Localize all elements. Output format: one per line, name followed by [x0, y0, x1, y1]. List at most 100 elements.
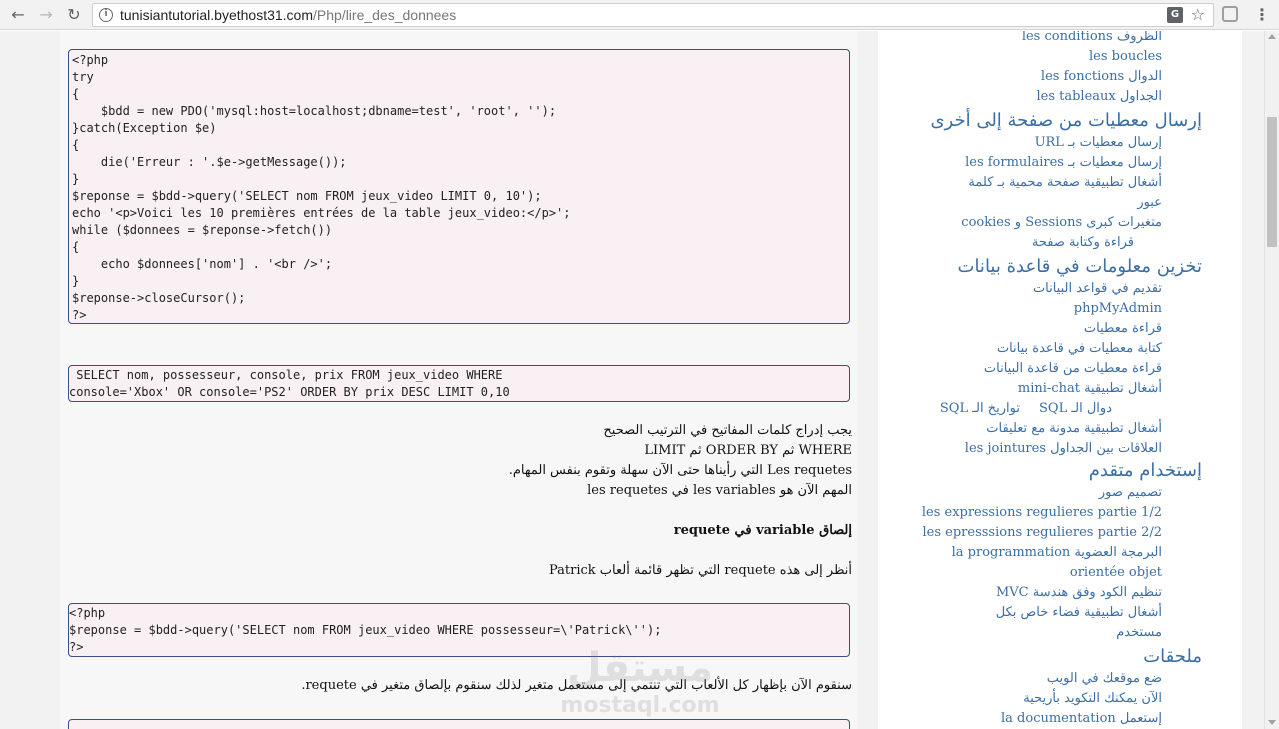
sidebar-link[interactable]: كتابة معطيات في قاعدة بيانات — [997, 339, 1162, 359]
vertical-scrollbar[interactable] — [1264, 31, 1279, 729]
sidebar-link[interactable]: إرسال معطيات بـ les formulaires — [965, 153, 1162, 173]
code-line: ?> — [72, 307, 849, 323]
sidebar-link[interactable]: الدوال les fonctions — [1041, 67, 1162, 87]
sidebar-link[interactable]: أشغال تطبيقية مدونة مع تعليقات — [986, 419, 1162, 439]
browser-toolbar: ← → ↻ i tunisiantutorial.byethost31.com/… — [0, 0, 1279, 30]
sidebar-link[interactable]: تقديم في قواعد البيانات — [1033, 279, 1162, 299]
paragraph-line: المهم الآن هو les variables في les reque… — [587, 483, 852, 498]
variable-paragraph: سنقوم الآن بإظهار كل الألعاب التي تنتمي … — [301, 678, 852, 693]
sidebar-link[interactable]: phpMyAdmin — [1074, 299, 1162, 319]
code-block-sql-query: SELECT nom, possesseur, console, prix FR… — [68, 365, 850, 402]
sidebar-section-heading[interactable]: ملحقات — [1143, 645, 1202, 669]
sidebar-link[interactable]: عبور — [1137, 193, 1162, 213]
sidebar-link[interactable]: إستعمل la documentation — [1001, 709, 1162, 729]
section-heading: إلصاق variable في requete — [673, 523, 852, 538]
code-line: echo $donnees['nom'] . '<br />'; — [72, 256, 849, 273]
scroll-thumb[interactable] — [1267, 117, 1277, 247]
sidebar-link[interactable]: قراءة معطيات — [1084, 319, 1162, 339]
code-line: } — [72, 171, 849, 188]
sidebar-link[interactable]: البرمجة العضوية la programmation — [952, 543, 1162, 563]
code-line: while ($donnees = $reponse->fetch()) — [72, 222, 849, 239]
code-line-text: }catch(Exception $e) — [72, 121, 217, 135]
sidebar-link-sql-functions[interactable]: دوال الـ SQL — [1039, 399, 1112, 419]
sidebar-navigation: الظروف les conditions les boucles الدوال l… — [878, 31, 1242, 729]
sidebar-link[interactable]: قراءة وكتابة صفحة — [1032, 233, 1134, 253]
sidebar-link[interactable]: les expressions regulieres partie 1/2 — [922, 503, 1162, 523]
code-line: { — [72, 137, 849, 154]
sidebar-link[interactable]: الظروف les conditions — [1022, 31, 1162, 47]
sidebar-link[interactable]: les boucles — [1089, 47, 1162, 67]
code-line-text: ?> — [72, 307, 86, 323]
sidebar-link[interactable]: قراءة معطيات من قاعدة البيانات — [984, 359, 1162, 379]
code-line-text: console='Xbox' OR console='PS2' ORDER BY… — [69, 384, 510, 401]
info-icon[interactable]: i — [99, 8, 113, 22]
code-line-text: } — [72, 274, 80, 288]
code-line-text: try — [72, 70, 94, 84]
forward-arrow-icon[interactable]: → — [36, 5, 56, 25]
code-block-php-patrick: <?php $reponse = $bdd->query('SELECT nom … — [68, 603, 850, 657]
code-line: SELECT nom, possesseur, console, prix FR… — [69, 367, 849, 384]
code-line-text: $reponse->closeCursor(); — [72, 291, 246, 305]
code-block-next — [68, 719, 850, 729]
code-line-text: ?> — [69, 639, 83, 656]
code-line: die('Erreur : '.$e->getMessage()); — [72, 154, 849, 171]
code-line-text: $bdd = new PDO('mysql:host=localhost;dbn… — [72, 104, 557, 118]
code-line-text: die('Erreur : '.$e->getMessage()); — [72, 155, 347, 169]
sidebar-link[interactable]: تصميم صور — [1099, 483, 1162, 503]
code-line-text: $reponse = $bdd->query('SELECT nom FROM … — [69, 623, 662, 637]
explanation-paragraph: يجب إدراج كلمات المفاتيح في الترتيب الصح… — [509, 421, 852, 501]
code-line-text: <?php — [69, 606, 106, 620]
code-line: try — [72, 69, 849, 86]
code-line: $reponse = $bdd->query('SELECT nom FROM … — [69, 622, 849, 639]
address-bar[interactable]: i tunisiantutorial.byethost31.com/Php/li… — [92, 3, 1214, 27]
paragraph-line: Les requetes التي رأيناها حتى الآن سهلة … — [508, 463, 852, 478]
intro-paragraph: أنظر إلى هذه requete التي تظهر قائمة ألع… — [548, 563, 852, 578]
sidebar-link[interactable]: العلاقات بين الجداول les jointures — [965, 439, 1162, 459]
sidebar-section-heading[interactable]: إرسال معطيات من صفحة إلى أخرى — [930, 109, 1202, 133]
code-line-text: { — [72, 87, 80, 101]
code-line-text: echo '<p>Voici les 10 premières entrées … — [72, 206, 571, 220]
code-line: { — [72, 239, 849, 256]
article-content: <?php try { $bdd = new PDO('mysql:host=loc… — [60, 31, 858, 729]
code-line-text: <?php — [72, 53, 109, 67]
code-line: { — [72, 86, 849, 103]
code-line: <?php — [72, 52, 849, 69]
paragraph-line: يجب إدراج كلمات المفاتيح في الترتيب الصح… — [603, 423, 852, 438]
sidebar-link[interactable]: أشغال تطبيقية فضاء خاص بكل — [996, 603, 1162, 623]
url-path: /Php/lire_des_donnees — [313, 7, 457, 23]
code-line-text: SELECT nom, possesseur, console, prix FR… — [69, 368, 503, 382]
code-line: console='Xbox' OR console='PS2' ORDER BY… — [69, 384, 849, 401]
code-line-text: echo $donnees['nom'] . '<br />'; — [72, 257, 333, 271]
sidebar-link[interactable]: ضع موقعك في الويب — [1047, 669, 1162, 689]
menu-icon[interactable]: ⋮ — [1252, 4, 1272, 26]
sidebar-link[interactable]: les epresssions regulieres partie 2/2 — [923, 523, 1163, 543]
sidebar-link[interactable]: تنظيم الكود وفق هندسة MVC — [996, 583, 1162, 603]
sidebar-link[interactable]: مستخدم — [1116, 623, 1162, 643]
url-text[interactable]: tunisiantutorial.byethost31.com/Php/lire… — [120, 7, 456, 23]
sidebar-link[interactable]: إرسال معطيات بـ URL — [1035, 133, 1162, 153]
code-line-text: while ($donnees = $reponse->fetch()) — [72, 223, 333, 237]
scroll-up-arrow-icon[interactable] — [1268, 34, 1276, 39]
extension-icon[interactable] — [1222, 6, 1238, 22]
code-line: $reponse->closeCursor(); — [72, 290, 849, 307]
paragraph-line: WHERE ثم ORDER BY ثم LIMIT — [644, 443, 852, 458]
url-host: tunisiantutorial.byethost31.com — [120, 7, 313, 23]
sidebar-link-sql-dates[interactable]: تواريخ الـ SQL — [940, 399, 1020, 419]
sidebar-section-heading[interactable]: إستخدام متقدم — [1089, 459, 1202, 483]
sidebar-link[interactable]: orientée objet — [1070, 563, 1162, 583]
reload-icon[interactable]: ↻ — [64, 5, 84, 25]
translate-icon[interactable]: G — [1167, 7, 1183, 23]
sidebar-link[interactable]: أشغال تطبيقية mini-chat — [1018, 379, 1162, 399]
sidebar-link[interactable]: الجداول les tableaux — [1036, 87, 1162, 107]
sidebar-link[interactable]: الآن يمكنك التكويد بأريحية — [1023, 689, 1162, 709]
code-line: $bdd = new PDO('mysql:host=localhost;dbn… — [72, 103, 849, 120]
sidebar-link[interactable]: أشغال تطبيقية صفحة محمية بـ كلمة — [968, 173, 1162, 193]
page-viewport: <?php try { $bdd = new PDO('mysql:host=loc… — [0, 31, 1264, 729]
code-line: <?php — [69, 605, 849, 622]
scroll-down-arrow-icon[interactable] — [1268, 720, 1276, 725]
back-arrow-icon[interactable]: ← — [8, 5, 28, 25]
bookmark-star-icon[interactable]: ☆ — [1191, 5, 1205, 25]
sidebar-section-heading[interactable]: تخزين معلومات في قاعدة بيانات — [958, 255, 1203, 279]
code-block-php-read: <?php try { $bdd = new PDO('mysql:host=loc… — [68, 49, 850, 324]
sidebar-link[interactable]: متغيرات كبرى Sessions و cookies — [961, 213, 1162, 233]
